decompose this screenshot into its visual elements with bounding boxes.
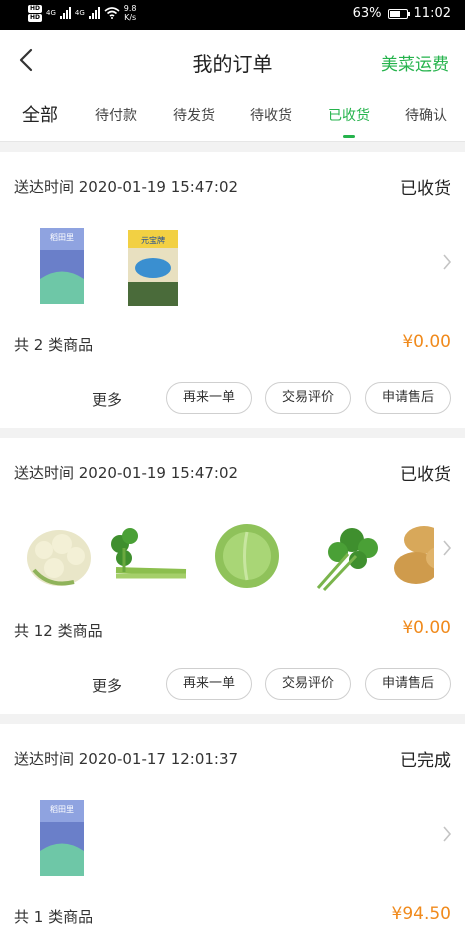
order-card[interactable]: 送达时间 2020-01-17 12:01:37 已完成 稻田里 共 1 类商品…: [0, 724, 465, 948]
tab-all[interactable]: 全部: [12, 90, 68, 142]
product-label: 元宝牌: [141, 235, 165, 245]
rice-bag-icon: 元宝牌: [128, 230, 178, 306]
after-sales-button[interactable]: 申请售后: [365, 382, 451, 414]
hd-badges: HD HD: [28, 4, 42, 22]
delivery-time: 送达时间 2020-01-19 15:47:02: [14, 178, 239, 196]
tab-pending-shipment[interactable]: 待发货: [164, 90, 224, 142]
cilantro-icon: [316, 528, 378, 592]
potato-icon: [394, 526, 434, 584]
more-button[interactable]: 更多: [92, 675, 122, 696]
tab-pending-confirm[interactable]: 待确认: [396, 90, 456, 142]
reorder-button[interactable]: 再来一单: [166, 668, 252, 700]
order-status: 已完成: [400, 751, 451, 771]
speed-value: 9.8: [123, 4, 137, 13]
item-count: 共 2 类商品: [14, 336, 94, 354]
rice-bag-icon: 稻田里: [40, 228, 84, 304]
signal-icon: [59, 7, 71, 19]
delivery-time: 送达时间 2020-01-17 12:01:37: [14, 750, 239, 768]
status-bar: HD HD 4G 4G 9.8 K/s 63% 11:02: [0, 0, 465, 30]
chevron-right-icon[interactable]: [441, 824, 453, 844]
product-thumbnails[interactable]: [14, 510, 434, 600]
chevron-right-icon[interactable]: [441, 538, 453, 558]
review-button[interactable]: 交易评价: [265, 382, 351, 414]
after-sales-button[interactable]: 申请售后: [365, 668, 451, 700]
tab-received[interactable]: 已收货: [319, 90, 379, 142]
order-price: ¥0.00: [402, 332, 451, 352]
order-price: ¥0.00: [402, 618, 451, 638]
clock: 11:02: [413, 6, 451, 21]
rice-bag-icon: 稻田里: [40, 800, 84, 876]
hd-badge: HD: [28, 13, 42, 22]
item-count: 共 12 类商品: [14, 622, 103, 640]
celery-icon: [111, 528, 187, 579]
item-count: 共 1 类商品: [14, 908, 94, 926]
tab-pending-payment[interactable]: 待付款: [86, 90, 146, 142]
status-right: 63% 11:02: [353, 6, 451, 21]
nav-header: 我的订单 美菜运费: [0, 30, 465, 90]
battery-icon: [387, 8, 410, 19]
status-left: HD HD 4G 4G 9.8 K/s: [28, 4, 137, 22]
product-label: 稻田里: [50, 804, 74, 814]
order-status: 已收货: [400, 465, 451, 485]
product-thumbnails[interactable]: 稻田里 元宝牌: [14, 224, 434, 314]
product-thumbnails[interactable]: 稻田里: [14, 796, 434, 886]
network-type: 4G: [74, 9, 85, 17]
freight-link[interactable]: 美菜运费: [381, 50, 449, 75]
delivery-time: 送达时间 2020-01-19 15:47:02: [14, 464, 239, 482]
order-price: ¥94.50: [391, 904, 451, 924]
review-button[interactable]: 交易评价: [265, 668, 351, 700]
tab-received-label: 已收货: [328, 108, 370, 124]
battery-level: [389, 10, 400, 17]
signal-icon: [88, 7, 100, 19]
battery-percent: 63%: [352, 6, 382, 21]
reorder-button[interactable]: 再来一单: [166, 382, 252, 414]
active-tab-indicator: [343, 135, 355, 138]
order-tabs: 全部 待付款 待发货 待收货 已收货 待确认: [0, 90, 465, 142]
cauliflower-icon: [27, 530, 91, 586]
speed-unit: K/s: [124, 13, 137, 22]
cabbage-icon: [215, 524, 279, 588]
order-status: 已收货: [400, 179, 451, 199]
product-label: 稻田里: [50, 232, 74, 242]
network-speed: 9.8 K/s: [124, 4, 137, 22]
tab-pending-receipt[interactable]: 待收货: [241, 90, 301, 142]
order-card[interactable]: 送达时间 2020-01-19 15:47:02 已收货 稻田里 元宝牌 共 2…: [0, 152, 465, 428]
more-button[interactable]: 更多: [92, 389, 122, 410]
wifi-icon: [104, 7, 120, 19]
network-type: 4G: [46, 9, 56, 17]
chevron-right-icon[interactable]: [441, 252, 453, 272]
order-card[interactable]: 送达时间 2020-01-19 15:47:02 已收货 共 12 类商品 ¥0…: [0, 438, 465, 714]
hd-badge: HD: [28, 4, 42, 13]
